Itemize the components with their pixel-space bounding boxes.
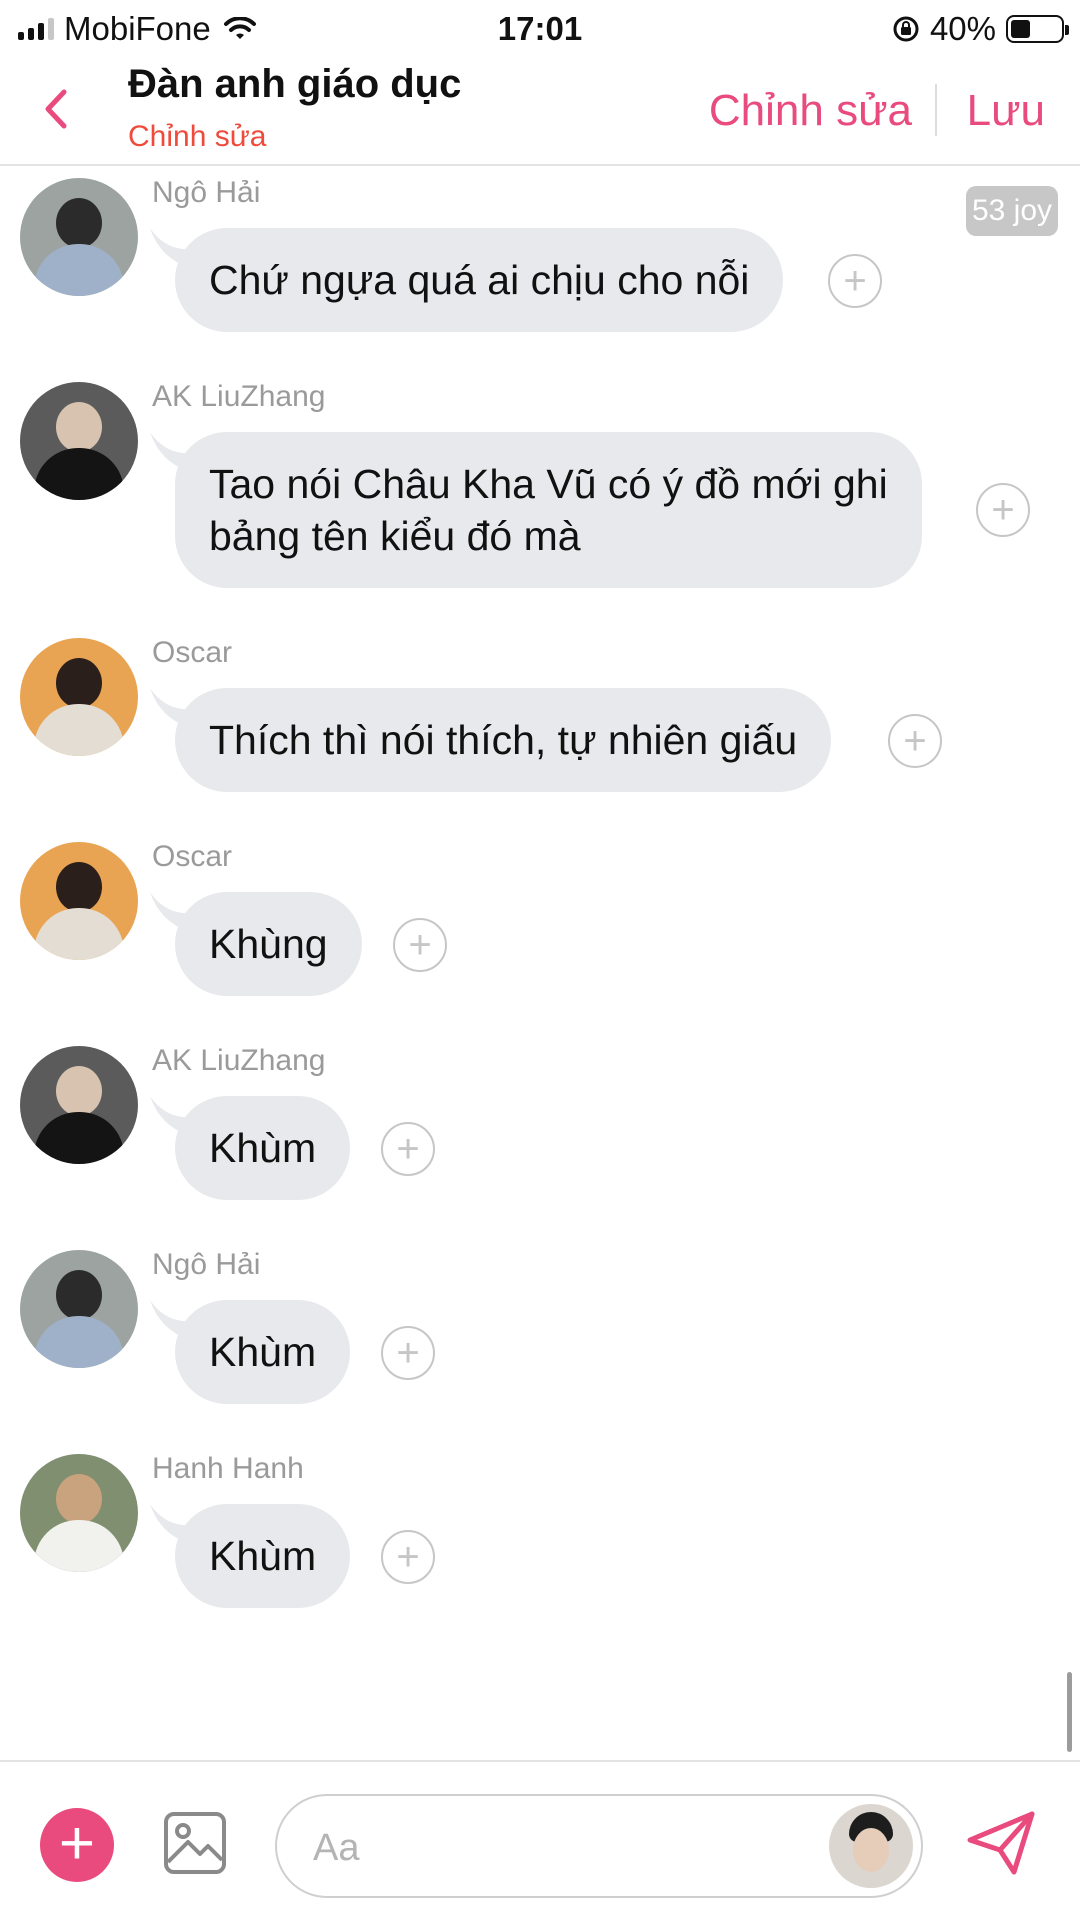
image-icon[interactable] — [162, 1810, 228, 1876]
message-item: Oscar Khùng + — [0, 832, 1080, 1032]
sender-name: AK LiuZhang — [152, 380, 326, 413]
add-reaction-button[interactable]: + — [393, 918, 447, 972]
battery-percent: 40% — [929, 10, 996, 47]
composer-bar: + — [0, 1760, 1080, 1920]
message-input[interactable] — [313, 1820, 793, 1876]
chat-subtitle-edit[interactable]: Chỉnh sửa — [128, 120, 267, 154]
avatar[interactable] — [20, 1250, 138, 1368]
nav-divider — [935, 84, 937, 136]
message-text: Khùm — [209, 1533, 317, 1579]
edit-button[interactable]: Chỉnh sửa — [709, 86, 912, 136]
plus-icon: + — [396, 1331, 420, 1375]
sender-name: Oscar — [152, 840, 233, 873]
sender-name: Hanh Hanh — [152, 1452, 304, 1485]
add-attachment-button[interactable]: + — [40, 1808, 114, 1882]
send-icon[interactable] — [966, 1810, 1036, 1876]
battery-icon — [1006, 15, 1069, 43]
chat-header: Đàn anh giáo dục Chỉnh sửa Chỉnh sửa Lưu — [0, 56, 1080, 166]
battery-fill — [1011, 20, 1031, 38]
message-bubble[interactable]: Khùm — [175, 1300, 351, 1404]
plus-icon: + — [396, 1535, 420, 1579]
sender-name: Oscar — [152, 636, 233, 669]
message-item: AK LiuZhang Khùm + — [0, 1036, 1080, 1236]
avatar[interactable] — [20, 178, 138, 296]
message-bubble[interactable]: Thích thì nói thích, tự nhiên giấu — [175, 688, 832, 792]
status-right: 40% — [892, 10, 1069, 48]
message-text-line: bảng tên kiểu đó mà — [209, 513, 581, 559]
add-reaction-button[interactable]: + — [976, 483, 1030, 537]
message-text: Khùng — [209, 921, 328, 967]
add-reaction-button[interactable]: + — [888, 714, 942, 768]
sender-name: AK LiuZhang — [152, 1044, 326, 1077]
message-text-line: Tao nói Châu Kha Vũ có ý đồ mới ghi — [209, 461, 888, 507]
message-text: Thích thì nói thích, tự nhiên giấu — [209, 717, 798, 763]
add-reaction-button[interactable]: + — [828, 254, 882, 308]
plus-icon: + — [408, 923, 432, 967]
message-text: Khùm — [209, 1125, 317, 1171]
back-chevron-icon[interactable] — [36, 84, 76, 134]
plus-icon: + — [843, 259, 867, 303]
message-item: Hanh Hanh Khùm + — [0, 1444, 1080, 1644]
plus-icon: + — [991, 488, 1015, 532]
message-bubble[interactable]: Khùm — [175, 1504, 351, 1608]
rotation-lock-icon — [893, 16, 919, 42]
message-text: Chứ ngựa quá ai chịu cho nỗi — [209, 257, 750, 303]
message-list[interactable]: 53 joy Ngô Hải Chứ ngựa quá ai chịu cho … — [0, 168, 1080, 1758]
message-text: Khùm — [209, 1329, 317, 1375]
sender-name: Ngô Hải — [152, 1248, 261, 1281]
status-bar: MobiFone 17:01 40% — [0, 0, 1080, 56]
avatar[interactable] — [20, 842, 138, 960]
message-input-container[interactable] — [275, 1794, 923, 1898]
persona-avatar[interactable] — [829, 1804, 913, 1888]
message-bubble[interactable]: Chứ ngựa quá ai chịu cho nỗi — [175, 228, 784, 332]
message-bubble[interactable]: Tao nói Châu Kha Vũ có ý đồ mới ghi bảng… — [175, 432, 922, 588]
add-reaction-button[interactable]: + — [381, 1530, 435, 1584]
message-item: Ngô Hải Khùm + — [0, 1240, 1080, 1440]
avatar[interactable] — [20, 638, 138, 756]
avatar[interactable] — [20, 1454, 138, 1572]
message-bubble[interactable]: Khùng — [175, 892, 362, 996]
message-item: AK LiuZhang Tao nói Châu Kha Vũ có ý đồ … — [0, 372, 1080, 622]
add-reaction-button[interactable]: + — [381, 1122, 435, 1176]
scrollbar[interactable] — [1067, 1672, 1072, 1752]
plus-icon: + — [396, 1127, 420, 1171]
add-reaction-button[interactable]: + — [381, 1326, 435, 1380]
message-bubble[interactable]: Khùm — [175, 1096, 351, 1200]
message-item: Ngô Hải Chứ ngựa quá ai chịu cho nỗi + — [0, 168, 1080, 368]
chat-title: Đàn anh giáo dục — [128, 62, 462, 106]
message-item: Oscar Thích thì nói thích, tự nhiên giấu… — [0, 628, 1080, 828]
sender-name: Ngô Hải — [152, 176, 261, 209]
plus-icon: + — [903, 719, 927, 763]
plus-icon: + — [58, 1809, 96, 1878]
avatar[interactable] — [20, 1046, 138, 1164]
save-button[interactable]: Lưu — [967, 86, 1045, 136]
avatar[interactable] — [20, 382, 138, 500]
